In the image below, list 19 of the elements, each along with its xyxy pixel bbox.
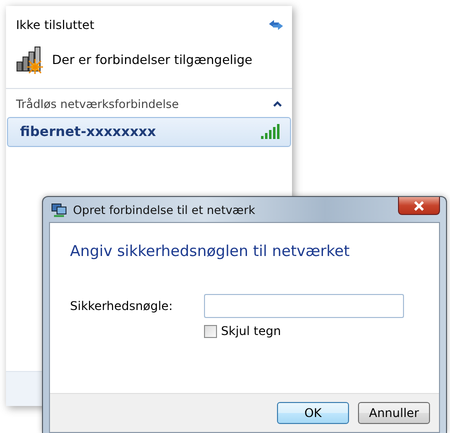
wireless-signal-icon (16, 44, 46, 74)
network-icon (51, 202, 67, 218)
dialog-heading: Angiv sikkerhedsnøglen til netværket (69, 241, 351, 260)
field-label: Sikkerhedsnøgle: (70, 299, 174, 313)
dialog-button[interactable]: Annuller (358, 402, 430, 424)
chevron-icon[interactable] (273, 101, 282, 107)
network-item[interactable]: fibernet-xxxxxxxx (7, 117, 291, 147)
checkbox[interactable] (204, 324, 217, 338)
refresh-icon[interactable] (268, 19, 284, 31)
checkbox-label: Skjul tegn (221, 324, 281, 338)
info-text: Der er forbindelser tilgængelige (52, 52, 252, 66)
dialog-title: Opret forbindelse til et netværk (73, 202, 256, 216)
close-icon (413, 200, 425, 210)
dialog-button[interactable]: OK (277, 402, 349, 424)
section-header: Trådløs netværksforbindelse (16, 97, 179, 111)
status-text: Ikke tilsluttet (16, 18, 94, 32)
close-button[interactable] (398, 197, 440, 215)
security-key-field[interactable] (204, 294, 404, 318)
signal-strength-icon (260, 124, 280, 140)
